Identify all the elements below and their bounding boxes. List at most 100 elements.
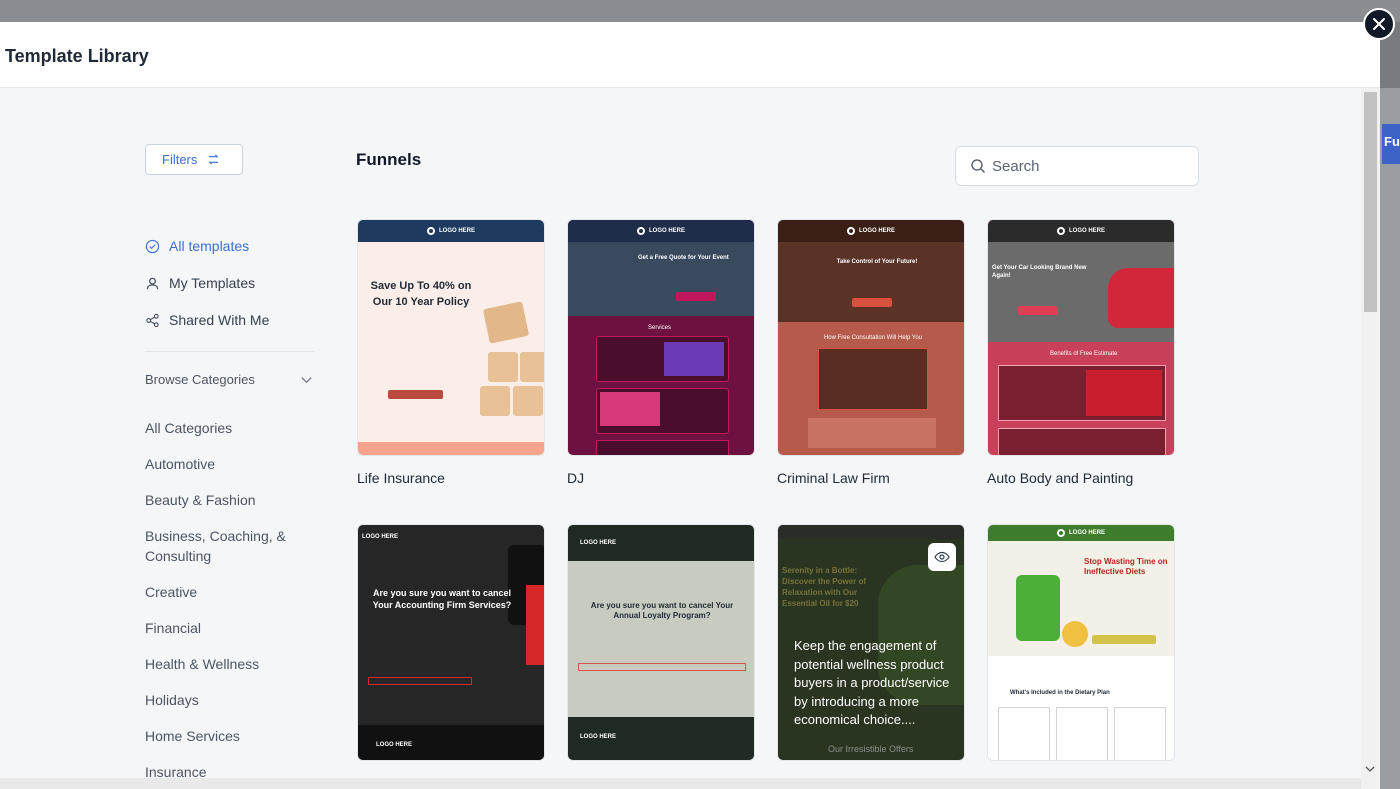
close-button[interactable] xyxy=(1363,8,1395,40)
template-card[interactable]: LOGO HERE Are you sure you want to cance… xyxy=(567,524,755,761)
user-icon xyxy=(146,277,159,289)
thumbnail-headline: Save Up To 40% on Our 10 Year Policy xyxy=(370,280,472,308)
thumbnail-block xyxy=(513,386,543,416)
template-card[interactable]: LOGO HERE Get a Free Quote for Your Even… xyxy=(567,219,755,486)
template-name: Auto Body and Painting xyxy=(987,470,1134,486)
thumbnail-headline: Get Your Car Looking Brand New Again! xyxy=(992,265,1087,279)
sidebar-divider xyxy=(145,351,315,352)
thumbnail-footer xyxy=(358,442,544,455)
template-library-modal: Template Library Filters All templates M… xyxy=(0,22,1380,789)
category-home-services[interactable]: Home Services xyxy=(145,726,315,746)
template-thumbnail[interactable]: LOGO HERE Get a Free Quote for Your Even… xyxy=(567,219,755,456)
thumbnail-header: LOGO HERE xyxy=(778,220,964,242)
template-card[interactable]: LOGO HERE Save Up To 40% on Our 10 Year … xyxy=(357,219,545,486)
thumbnail-block xyxy=(488,352,518,382)
thumbnail-header: LOGO HERE xyxy=(988,220,1174,242)
template-thumbnail[interactable]: LOGO HERE Stop Wasting Time on Ineffecti… xyxy=(987,524,1175,761)
scrollbar-thumb[interactable] xyxy=(1364,92,1377,312)
thumbnail-image xyxy=(664,342,724,376)
thumbnail-header: LOGO HERE xyxy=(358,220,544,242)
thumbnail-image xyxy=(600,392,660,426)
thumbnail-cta xyxy=(1092,635,1156,644)
thumbnail-cta xyxy=(1018,306,1058,315)
template-thumbnail[interactable]: LOGO HERE Take Control of Your Future! H… xyxy=(777,219,965,456)
thumbnail-footer-text: Our Irresistible Offers xyxy=(828,744,914,754)
thumbnail-button xyxy=(578,663,746,671)
thumbnail-block xyxy=(480,386,510,416)
background-tab: Fu xyxy=(1382,124,1400,164)
thumbnail-block xyxy=(596,440,729,455)
search-input[interactable] xyxy=(992,157,1182,175)
thumbnail-image xyxy=(1086,370,1162,416)
eye-icon xyxy=(934,551,950,563)
check-circle-icon xyxy=(145,239,160,253)
nav-label: All templates xyxy=(169,238,250,254)
filters-button[interactable]: Filters xyxy=(145,144,243,175)
thumbnail-block xyxy=(998,707,1050,760)
category-beauty-fashion[interactable]: Beauty & Fashion xyxy=(145,490,315,510)
modal-title: Template Library xyxy=(5,46,149,66)
thumbnail-block xyxy=(482,301,530,344)
category-business-coaching[interactable]: Business, Coaching, & Consulting xyxy=(145,526,315,566)
thumbnail-block xyxy=(520,352,544,382)
thumbnail-block xyxy=(1056,707,1108,760)
search-icon xyxy=(971,159,985,173)
thumbnail-image xyxy=(1108,268,1174,328)
thumbnail-block xyxy=(998,428,1166,455)
thumbnail-section: How Free Consultation Will Help You xyxy=(823,335,923,341)
thumbnail-footer-logo: LOGO HERE xyxy=(376,742,413,748)
thumbnail-image xyxy=(526,585,544,665)
background-app-bar xyxy=(0,0,1400,22)
filters-label: Filters xyxy=(162,152,198,167)
thumbnail-section: What's Included in the Dietary Plan xyxy=(1010,690,1110,696)
thumbnail-header: LOGO HERE xyxy=(362,534,399,540)
thumbnail-cta xyxy=(852,298,892,307)
template-card[interactable]: LOGO HERE Get Your Car Looking Brand New… xyxy=(987,219,1175,486)
category-financial[interactable]: Financial xyxy=(145,618,315,638)
search-field[interactable] xyxy=(955,146,1199,186)
template-card[interactable]: Serenity in a Bottle: Discover the Power… xyxy=(777,524,965,761)
thumbnail-cta xyxy=(388,390,443,399)
nav-shared-with-me[interactable]: Shared With Me xyxy=(145,312,269,328)
template-thumbnail[interactable]: LOGO HERE Save Up To 40% on Our 10 Year … xyxy=(357,219,545,456)
nav-all-templates[interactable]: All templates xyxy=(145,238,249,254)
swap-icon xyxy=(208,154,219,165)
preview-button[interactable] xyxy=(928,543,956,571)
thumbnail-header: LOGO HERE xyxy=(988,525,1174,541)
nav-label: My Templates xyxy=(169,275,256,291)
template-description: Keep the engagement of potential wellnes… xyxy=(794,638,950,727)
category-creative[interactable]: Creative xyxy=(145,582,315,602)
template-card[interactable]: LOGO HERE Take Control of Your Future! H… xyxy=(777,219,965,486)
template-thumbnail[interactable]: LOGO HERE Get Your Car Looking Brand New… xyxy=(987,219,1175,456)
browse-categories-toggle[interactable]: Browse Categories xyxy=(145,372,313,387)
thumbnail-button xyxy=(368,677,472,685)
section-title: Funnels xyxy=(356,150,422,169)
thumbnail-headline: Get a Free Quote for Your Event xyxy=(638,255,729,261)
horizontal-scrollbar[interactable] xyxy=(0,778,1361,789)
thumbnail-block xyxy=(1114,707,1166,760)
thumbnail-text-block xyxy=(808,418,936,448)
category-all[interactable]: All Categories xyxy=(145,418,315,438)
thumbnail-image xyxy=(1062,621,1088,647)
thumbnail-section: Benefits of Free Estimate xyxy=(1050,351,1118,357)
category-holidays[interactable]: Holidays xyxy=(145,690,315,710)
vertical-scrollbar[interactable] xyxy=(1361,88,1380,789)
template-name: DJ xyxy=(567,470,585,486)
template-thumbnail[interactable]: LOGO HERE Are you sure you want to cance… xyxy=(567,524,755,761)
template-thumbnail[interactable]: LOGO HERE Are you sure you want to cance… xyxy=(357,524,545,761)
scroll-down-icon[interactable] xyxy=(1365,764,1375,774)
background-app-content xyxy=(1380,88,1400,789)
thumbnail-image xyxy=(818,348,928,410)
category-health-wellness[interactable]: Health & Wellness xyxy=(145,654,315,674)
nav-my-templates[interactable]: My Templates xyxy=(145,275,255,291)
template-name: Life Insurance xyxy=(357,470,445,486)
category-automotive[interactable]: Automotive xyxy=(145,454,315,474)
template-thumbnail[interactable]: Serenity in a Bottle: Discover the Power… xyxy=(777,524,965,761)
template-card[interactable]: LOGO HERE Are you sure you want to cance… xyxy=(357,524,545,761)
thumbnail-headline: Take Control of Your Future! xyxy=(836,259,918,265)
chevron-down-icon xyxy=(301,377,312,384)
template-card[interactable]: LOGO HERE Stop Wasting Time on Ineffecti… xyxy=(987,524,1175,761)
share-icon xyxy=(146,313,159,327)
thumbnail-header-logo: LOGO HERE xyxy=(580,540,617,546)
browse-categories-label: Browse Categories xyxy=(145,372,255,387)
